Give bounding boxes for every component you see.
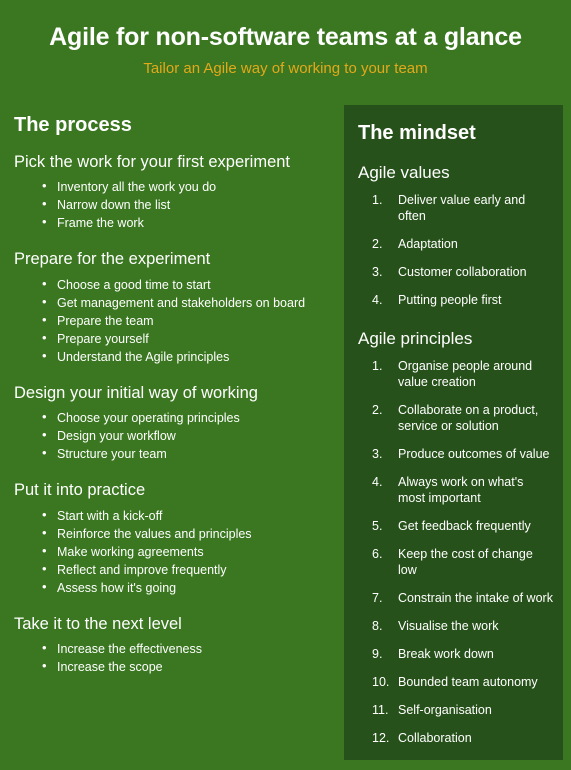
process-section-heading: Pick the work for your first experiment: [14, 153, 291, 171]
process-bullet-list: Start with a kick-offReinforce the value…: [14, 507, 330, 596]
mindset-group-heading: Agile principles: [358, 329, 473, 349]
list-item-number: 8.: [372, 619, 383, 634]
list-item-number: 9.: [372, 647, 383, 662]
list-item: 3. Produce outcomes of value: [372, 446, 553, 462]
list-item: 3. Customer collaboration: [372, 264, 553, 280]
list-item: Design your workflow: [42, 427, 330, 444]
list-item: Prepare the team: [42, 312, 330, 329]
list-item-label: Produce outcomes of value: [398, 447, 550, 462]
list-item-number: 7.: [372, 591, 383, 606]
list-item: 2. Adaptation: [372, 236, 553, 252]
list-item-label: Always work on what's most important: [398, 475, 524, 506]
list-item-label: Constrain the intake of work: [398, 591, 553, 606]
process-section: Prepare for the experiment Choose a good …: [14, 249, 330, 364]
list-item: 1. Organise people around value creation: [372, 358, 553, 390]
content-columns: The process Pick the work for your first…: [0, 105, 571, 770]
list-item: 10. Bounded team autonomy: [372, 674, 553, 690]
list-item-number: 6.: [372, 547, 383, 562]
list-item: Inventory all the work you do: [42, 178, 330, 195]
list-item-number: 4.: [372, 293, 383, 308]
mindset-column-title: The mindset: [358, 122, 476, 144]
process-bullet-list: Inventory all the work you doNarrow down…: [14, 178, 330, 231]
list-item-number: 3.: [372, 265, 383, 280]
process-section-heading: Put it into practice: [14, 481, 146, 500]
list-item: 11. Self-organisation: [372, 702, 553, 718]
list-item-label: Get feedback frequently: [398, 519, 531, 534]
list-item-label: Customer collaboration: [398, 265, 527, 280]
list-item-label: Break work down: [398, 647, 494, 662]
list-item: 2. Collaborate on a product, service or s…: [372, 402, 553, 434]
process-section: Take it to the next level Increase the ef…: [14, 614, 330, 675]
list-item-number: 1.: [372, 193, 383, 208]
list-item: Get management and stakeholders on board: [42, 294, 330, 311]
list-item: Reflect and improve frequently: [42, 561, 330, 578]
list-item: Frame the work: [42, 214, 330, 231]
list-item: Structure your team: [42, 445, 330, 462]
list-item-label: Putting people first: [398, 293, 502, 308]
list-item-label: Collaborate on a product, service or sol…: [398, 403, 539, 434]
list-item-number: 10.: [372, 675, 390, 690]
list-item-label: Deliver value early and often: [398, 193, 526, 224]
page-header: Agile for non-software teams at a glance…: [0, 0, 571, 78]
list-item: Assess how it's going: [42, 579, 330, 596]
list-item: Reinforce the values and principles: [42, 525, 330, 542]
list-item: Increase the effectiveness: [42, 640, 330, 657]
list-item-number: 1.: [372, 359, 383, 374]
list-item: 1. Deliver value early and often: [372, 192, 553, 224]
mindset-numbered-list: 1. Deliver value early and often 2. Adaptat…: [358, 192, 553, 308]
list-item-number: 12.: [372, 731, 390, 746]
list-item: 8. Visualise the work: [372, 618, 553, 634]
process-sections: Pick the work for your first experiment I…: [14, 152, 330, 675]
process-section: Design your initial way of working Choose…: [14, 383, 330, 462]
list-item: 12. Collaboration: [372, 730, 553, 746]
list-item: 7. Constrain the intake of work: [372, 590, 553, 606]
process-column-title: The process: [14, 114, 132, 136]
list-item-label: Self-organisation: [398, 703, 492, 718]
process-section-heading: Prepare for the experiment: [14, 250, 211, 269]
page-title: Agile for non-software teams at a glance: [49, 23, 522, 51]
list-item: 5. Get feedback frequently: [372, 518, 553, 534]
mindset-numbered-list: 1. Organise people around value creation 2…: [358, 358, 553, 746]
list-item: 4. Always work on what's most important: [372, 474, 553, 506]
mindset-panel: The mindset Agile values 1. Deliver value …: [344, 105, 563, 761]
list-item-number: 5.: [372, 519, 383, 534]
mindset-column: The mindset Agile values 1. Deliver value …: [344, 105, 571, 761]
list-item: 4. Putting people first: [372, 292, 553, 308]
list-item: Understand the Agile principles: [42, 348, 330, 365]
mindset-group: Agile principles 1. Organise people around…: [358, 328, 553, 746]
process-section: Pick the work for your first experiment I…: [14, 152, 330, 231]
list-item-number: 4.: [372, 475, 383, 490]
list-item-label: Keep the cost of change low: [398, 547, 533, 578]
list-item-label: Bounded team autonomy: [398, 675, 538, 690]
process-bullet-list: Choose a good time to startGet managemen…: [14, 276, 330, 365]
process-section-heading: Take it to the next level: [14, 614, 182, 633]
list-item: Narrow down the list: [42, 196, 330, 213]
page-subtitle: Tailor an Agile way of working to your t…: [143, 60, 428, 77]
list-item-number: 2.: [372, 403, 383, 418]
process-bullet-list: Choose your operating principlesDesign y…: [14, 409, 330, 462]
list-item: Start with a kick-off: [42, 507, 330, 524]
list-item: Prepare yourself: [42, 330, 330, 347]
list-item: Choose your operating principles: [42, 409, 330, 426]
mindset-groups: Agile values 1. Deliver value early and of…: [358, 162, 553, 746]
list-item-label: Adaptation: [398, 237, 458, 252]
list-item: 6. Keep the cost of change low: [372, 546, 553, 578]
list-item: Increase the scope: [42, 658, 330, 675]
list-item-label: Visualise the work: [398, 619, 499, 634]
process-column: The process Pick the work for your first…: [0, 105, 344, 677]
mindset-group: Agile values 1. Deliver value early and of…: [358, 162, 553, 308]
list-item: Make working agreements: [42, 543, 330, 560]
list-item: Choose a good time to start: [42, 276, 330, 293]
list-item-number: 2.: [372, 237, 383, 252]
mindset-group-heading: Agile values: [358, 163, 450, 182]
process-section: Put it into practice Start with a kick-of…: [14, 480, 330, 595]
list-item-label: Collaboration: [398, 731, 472, 746]
process-bullet-list: Increase the effectivenessIncrease the s…: [14, 640, 330, 675]
list-item-number: 3.: [372, 447, 383, 462]
list-item: 9. Break work down: [372, 646, 553, 662]
list-item-number: 11.: [372, 703, 389, 718]
list-item-label: Organise people around value creation: [398, 359, 533, 390]
process-section-heading: Design your initial way of working: [14, 383, 258, 402]
